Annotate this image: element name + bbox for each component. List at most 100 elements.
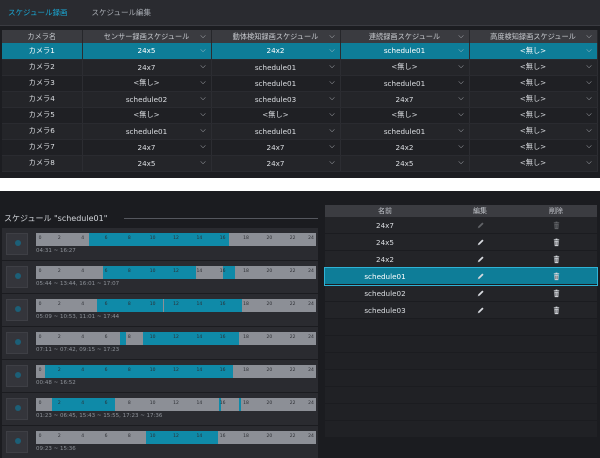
motion-schedule-select[interactable]: schedule03 ⌵ <box>211 91 341 108</box>
continuous-schedule-select[interactable]: 24x7 ⌵ <box>340 91 470 108</box>
sensor-schedule-select[interactable]: 24x7 ⌵ <box>82 139 212 156</box>
chevron-down-icon[interactable]: ⌵ <box>586 143 593 150</box>
sensor-schedule-select[interactable]: <無し> ⌵ <box>82 75 212 92</box>
chevron-down-icon[interactable]: ⌵ <box>200 127 207 134</box>
chevron-down-icon[interactable]: ⌵ <box>586 127 593 134</box>
chevron-down-icon[interactable]: ⌵ <box>586 159 593 166</box>
advanced-schedule-select[interactable]: <無し> ⌵ <box>469 59 598 76</box>
chevron-down-icon[interactable]: ⌵ <box>458 32 465 40</box>
tab-schedule-recording[interactable]: スケジュール録画 <box>8 7 67 18</box>
day-copy-checkbox[interactable] <box>6 299 28 321</box>
trash-icon[interactable] <box>552 272 561 281</box>
sensor-schedule-select[interactable]: 24x7 ⌵ <box>82 59 212 76</box>
list-item[interactable]: schedule03 <box>325 302 597 319</box>
chevron-down-icon[interactable]: ⌵ <box>329 63 336 70</box>
motion-schedule-select[interactable]: 24x2 ⌵ <box>211 43 341 60</box>
chevron-down-icon[interactable]: ⌵ <box>329 143 336 150</box>
continuous-schedule-select[interactable]: 24x2 ⌵ <box>340 139 470 156</box>
chevron-down-icon[interactable]: ⌵ <box>329 46 336 54</box>
tab-schedule-edit[interactable]: スケジュール編集 <box>91 7 150 18</box>
trash-icon[interactable] <box>552 306 561 315</box>
day-copy-checkbox[interactable] <box>6 365 28 387</box>
chevron-down-icon[interactable]: ⌵ <box>200 111 207 118</box>
timeline-bar[interactable]: 0 2 4 6 8 10 12 14 16 18 20 22 24 <box>36 431 316 444</box>
continuous-schedule-select[interactable]: 24x5 ⌵ <box>340 155 470 172</box>
day-copy-checkbox[interactable] <box>6 398 28 420</box>
timeline-bar[interactable]: 0 2 4 6 8 10 12 14 16 18 20 22 24 <box>36 398 316 411</box>
timeline-bar[interactable]: 0 2 4 6 8 10 12 14 16 18 20 22 24 <box>36 233 316 246</box>
chevron-down-icon[interactable]: ⌵ <box>586 63 593 70</box>
chevron-down-icon[interactable]: ⌵ <box>586 32 593 40</box>
trash-icon[interactable] <box>552 255 561 264</box>
sensor-schedule-select[interactable]: schedule01 ⌵ <box>82 123 212 140</box>
continuous-schedule-select[interactable]: <無し> ⌵ <box>340 107 470 124</box>
motion-schedule-select[interactable]: schedule01 ⌵ <box>211 75 341 92</box>
list-item[interactable]: 24x5 <box>325 234 597 251</box>
day-copy-checkbox[interactable] <box>6 266 28 288</box>
col-header-advanced[interactable]: 高度検知録画スケジュール ⌵ <box>469 30 598 43</box>
chevron-down-icon[interactable]: ⌵ <box>586 46 593 54</box>
chevron-down-icon[interactable]: ⌵ <box>458 95 465 102</box>
chevron-down-icon[interactable]: ⌵ <box>329 127 336 134</box>
list-item[interactable]: schedule01 <box>324 267 598 286</box>
advanced-schedule-select[interactable]: <無し> ⌵ <box>469 43 598 60</box>
timeline-bar[interactable]: 0 2 4 6 8 10 12 14 16 18 20 22 24 <box>36 332 316 345</box>
advanced-schedule-select[interactable]: <無し> ⌵ <box>469 139 598 156</box>
continuous-schedule-select[interactable]: schedule01 ⌵ <box>340 43 470 60</box>
chevron-down-icon[interactable]: ⌵ <box>329 111 336 118</box>
table-row[interactable]: カメラ2 24x7 ⌵ schedule01 ⌵ <無し> ⌵ <無し> ⌵ <box>2 59 598 76</box>
sensor-schedule-select[interactable]: schedule02 ⌵ <box>82 91 212 108</box>
active-time-segment[interactable] <box>120 332 126 345</box>
active-time-segment[interactable] <box>145 431 218 444</box>
table-row[interactable]: カメラ1 24x5 ⌵ 24x2 ⌵ schedule01 ⌵ <無し> ⌵ <box>2 43 598 60</box>
col-header-motion[interactable]: 動体検知録画スケジュール ⌵ <box>211 30 341 43</box>
chevron-down-icon[interactable]: ⌵ <box>200 32 207 40</box>
continuous-schedule-select[interactable]: schedule01 ⌵ <box>340 75 470 92</box>
active-time-segment[interactable] <box>239 398 242 411</box>
chevron-down-icon[interactable]: ⌵ <box>586 95 593 102</box>
col-header-sensor[interactable]: センサー録画スケジュール ⌵ <box>82 30 212 43</box>
pencil-icon[interactable] <box>476 306 485 315</box>
timeline-bar[interactable]: 0 2 4 6 8 10 12 14 16 18 20 22 24 <box>36 266 316 279</box>
pencil-icon[interactable] <box>476 272 485 281</box>
chevron-down-icon[interactable]: ⌵ <box>458 127 465 134</box>
chevron-down-icon[interactable]: ⌵ <box>200 143 207 150</box>
pencil-icon[interactable] <box>476 289 485 298</box>
sensor-schedule-select[interactable]: 24x5 ⌵ <box>82 155 212 172</box>
chevron-down-icon[interactable]: ⌵ <box>329 32 336 40</box>
motion-schedule-select[interactable]: 24x7 ⌵ <box>211 139 341 156</box>
col-header-continuous[interactable]: 連続録画スケジュール ⌵ <box>340 30 470 43</box>
chevron-down-icon[interactable]: ⌵ <box>458 46 465 54</box>
day-copy-checkbox[interactable] <box>6 431 28 453</box>
motion-schedule-select[interactable]: schedule01 ⌵ <box>211 123 341 140</box>
advanced-schedule-select[interactable]: <無し> ⌵ <box>469 75 598 92</box>
chevron-down-icon[interactable]: ⌵ <box>586 111 593 118</box>
active-time-segment[interactable] <box>45 365 234 378</box>
day-copy-checkbox[interactable] <box>6 233 28 255</box>
continuous-schedule-select[interactable]: <無し> ⌵ <box>340 59 470 76</box>
table-row[interactable]: カメラ3 <無し> ⌵ schedule01 ⌵ schedule01 ⌵ <無し> ⌵ <box>2 75 598 92</box>
pencil-icon[interactable] <box>476 238 485 247</box>
table-row[interactable]: カメラ8 24x5 ⌵ 24x7 ⌵ 24x5 ⌵ <無し> ⌵ <box>2 155 598 172</box>
advanced-schedule-select[interactable]: <無し> ⌵ <box>469 123 598 140</box>
chevron-down-icon[interactable]: ⌵ <box>586 79 593 86</box>
list-item[interactable]: 24x7 <box>325 217 597 234</box>
motion-schedule-select[interactable]: <無し> ⌵ <box>211 107 341 124</box>
timeline-bar[interactable]: 0 2 4 6 8 10 12 14 16 18 20 22 24 <box>36 365 316 378</box>
table-row[interactable]: カメラ4 schedule02 ⌵ schedule03 ⌵ 24x7 ⌵ <無し> ⌵ <box>2 91 598 108</box>
chevron-down-icon[interactable]: ⌵ <box>458 63 465 70</box>
chevron-down-icon[interactable]: ⌵ <box>200 79 207 86</box>
chevron-down-icon[interactable]: ⌵ <box>329 95 336 102</box>
list-item[interactable]: schedule02 <box>325 285 597 302</box>
motion-schedule-select[interactable]: schedule01 ⌵ <box>211 59 341 76</box>
continuous-schedule-select[interactable]: schedule01 ⌵ <box>340 123 470 140</box>
advanced-schedule-select[interactable]: <無し> ⌵ <box>469 91 598 108</box>
trash-icon[interactable] <box>552 289 561 298</box>
chevron-down-icon[interactable]: ⌵ <box>200 159 207 166</box>
trash-icon[interactable] <box>552 238 561 247</box>
active-time-segment[interactable] <box>88 233 229 246</box>
advanced-schedule-select[interactable]: <無し> ⌵ <box>469 107 598 124</box>
advanced-schedule-select[interactable]: <無し> ⌵ <box>469 155 598 172</box>
chevron-down-icon[interactable]: ⌵ <box>458 143 465 150</box>
chevron-down-icon[interactable]: ⌵ <box>329 79 336 86</box>
